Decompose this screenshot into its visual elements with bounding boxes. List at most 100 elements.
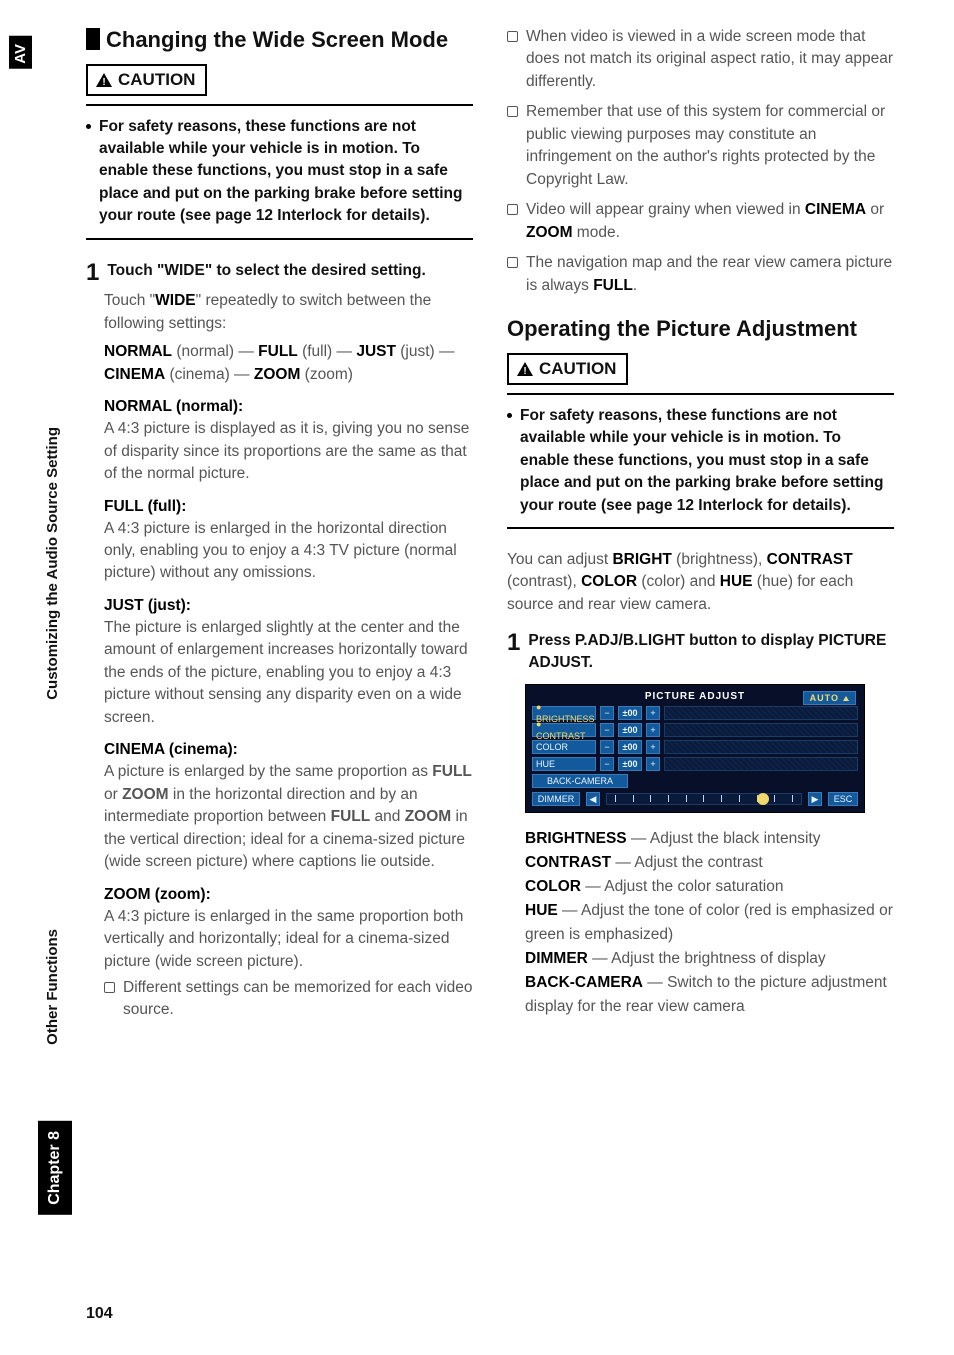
bullet-icon: [86, 124, 91, 129]
chapter-label: Chapter 8: [46, 1131, 64, 1205]
side-label-customizing: Customizing the Audio Source Setting: [44, 427, 61, 700]
pa-value: ±00: [618, 706, 642, 720]
caution-rule: ! CAUTION: [507, 353, 894, 395]
step-1-right: 1 Press P.ADJ/B.LIGHT button to display …: [507, 630, 894, 673]
pa-minus-button[interactable]: −: [600, 757, 614, 771]
step-title: Touch "WIDE" to select the desired setti…: [107, 260, 425, 286]
pa-minus-button[interactable]: −: [600, 740, 614, 754]
caution-text: For safety reasons, these functions are …: [520, 405, 894, 517]
chapter-tab: Chapter 8: [38, 1121, 72, 1215]
pa-plus-button[interactable]: +: [646, 723, 660, 737]
mode-zoom-heading: ZOOM (zoom):: [104, 886, 473, 904]
note-icon: [507, 257, 518, 268]
left-column: Changing the Wide Screen Mode ! CAUTION …: [86, 26, 473, 1275]
note-grainy: Video will appear grainy when viewed in …: [507, 199, 894, 244]
pa-dimmer-right-button[interactable]: ▶: [808, 792, 822, 806]
svg-text:!: !: [102, 77, 105, 87]
note-text: The navigation map and the rear view cam…: [526, 252, 894, 297]
mode-cinema-desc: A picture is enlarged by the same propor…: [104, 761, 473, 873]
step-desc-bold: WIDE: [155, 292, 195, 309]
note-aspect: When video is viewed in a wide screen mo…: [507, 26, 894, 93]
caution-box: ! CAUTION: [86, 64, 207, 96]
caution-rule: ! CAUTION: [86, 64, 473, 106]
step-desc-pre: Touch ": [104, 292, 155, 309]
caution-text-block: For safety reasons, these functions are …: [86, 116, 473, 240]
step-number: 1: [507, 630, 520, 673]
pa-preview-area: [664, 740, 858, 754]
note-text: Different settings can be memorized for …: [123, 977, 473, 1022]
note-icon: [507, 204, 518, 215]
mode-normal-heading: NORMAL (normal):: [104, 398, 473, 416]
definitions-list: BRIGHTNESS — Adjust the black intensityC…: [525, 827, 894, 1019]
pa-value: ±00: [618, 723, 642, 737]
pa-title: PICTURE ADJUST AUTO: [532, 691, 858, 702]
adjust-intro: You can adjust BRIGHT (brightness), CONT…: [507, 549, 894, 616]
step-number: 1: [86, 260, 99, 286]
side-tab: Customizing the Audio Source Setting Oth…: [38, 555, 72, 1215]
pa-preview-area: [664, 723, 858, 737]
pa-rows: ● BRIGHTNESS−±00+● CONTRAST−±00+COLOR−±0…: [532, 706, 858, 771]
pa-row: HUE−±00 +: [532, 757, 858, 771]
warning-icon: !: [517, 362, 533, 376]
pa-dimmer-slider[interactable]: [606, 793, 802, 805]
pa-row: COLOR−±00 +: [532, 740, 858, 754]
pa-preview-area: [664, 757, 858, 771]
step-desc: Touch "WIDE" repeatedly to switch betwee…: [104, 290, 473, 335]
caution-label: CAUTION: [539, 359, 616, 379]
pa-esc-button[interactable]: ESC: [828, 792, 858, 806]
mode-full-desc: A 4:3 picture is enlarged in the horizon…: [104, 518, 473, 585]
caution-text: For safety reasons, these functions are …: [99, 116, 473, 228]
note-icon: [507, 31, 518, 42]
pa-dimmer-label: DIMMER: [532, 792, 580, 806]
av-side-flag: AV: [9, 36, 32, 69]
step-1: 1 Touch "WIDE" to select the desired set…: [86, 260, 473, 286]
side-label-other: Other Functions: [44, 929, 61, 1045]
mode-zoom-desc: A 4:3 picture is enlarged in the same pr…: [104, 906, 473, 973]
pa-row: ● CONTRAST−±00 +: [532, 723, 858, 737]
right-column: When video is viewed in a wide screen mo…: [507, 26, 894, 1275]
section-heading-wide: Changing the Wide Screen Mode: [86, 26, 473, 54]
pa-dimmer-left-button[interactable]: ◀: [586, 792, 600, 806]
mode-cinema-heading: CINEMA (cinema):: [104, 741, 473, 759]
mode-just-desc: The picture is enlarged slightly at the …: [104, 617, 473, 729]
caution-box: ! CAUTION: [507, 353, 628, 385]
pa-value: ±00: [618, 757, 642, 771]
pa-minus-button[interactable]: −: [600, 706, 614, 720]
pa-row-label[interactable]: COLOR: [532, 740, 596, 754]
note-full: The navigation map and the rear view cam…: [507, 252, 894, 297]
heading-text: Changing the Wide Screen Mode: [106, 27, 448, 52]
pa-plus-button[interactable]: +: [646, 706, 660, 720]
pa-back-camera-button[interactable]: BACK-CAMERA: [532, 774, 628, 788]
note-text: Remember that use of this system for com…: [526, 101, 894, 191]
note-copyright: Remember that use of this system for com…: [507, 101, 894, 191]
pa-minus-button[interactable]: −: [600, 723, 614, 737]
sun-icon: [757, 793, 769, 805]
note-memorized: Different settings can be memorized for …: [104, 977, 473, 1022]
pa-row-label[interactable]: ● CONTRAST: [532, 723, 596, 737]
mode-full-heading: FULL (full):: [104, 498, 473, 516]
pa-plus-button[interactable]: +: [646, 740, 660, 754]
note-icon: [507, 106, 518, 117]
heading-marker: [86, 28, 100, 50]
note-text: When video is viewed in a wide screen mo…: [526, 26, 894, 93]
pa-preview-area: [664, 706, 858, 720]
bullet-icon: [507, 413, 512, 418]
mode-just-heading: JUST (just):: [104, 597, 473, 615]
page-number: 104: [86, 1305, 113, 1323]
warning-icon: !: [96, 73, 112, 87]
pa-title-text: PICTURE ADJUST: [645, 691, 745, 702]
note-icon: [104, 982, 115, 993]
modes-line: NORMAL (normal) — FULL (full) — JUST (ju…: [104, 341, 473, 386]
pa-auto-button[interactable]: AUTO: [803, 691, 856, 705]
pa-plus-button[interactable]: +: [646, 757, 660, 771]
section-heading-picture-adjust: Operating the Picture Adjustment: [507, 315, 894, 343]
step-title: Press P.ADJ/B.LIGHT button to display PI…: [528, 630, 894, 673]
svg-text:!: !: [523, 366, 526, 376]
pa-value: ±00: [618, 740, 642, 754]
pa-row-label[interactable]: HUE: [532, 757, 596, 771]
caution-label: CAUTION: [118, 70, 195, 90]
mode-normal-desc: A 4:3 picture is displayed as it is, giv…: [104, 418, 473, 485]
picture-adjust-screen: PICTURE ADJUST AUTO ● BRIGHTNESS−±00+● C…: [525, 684, 865, 813]
note-text: Video will appear grainy when viewed in …: [526, 199, 894, 244]
caution-text-block: For safety reasons, these functions are …: [507, 405, 894, 529]
